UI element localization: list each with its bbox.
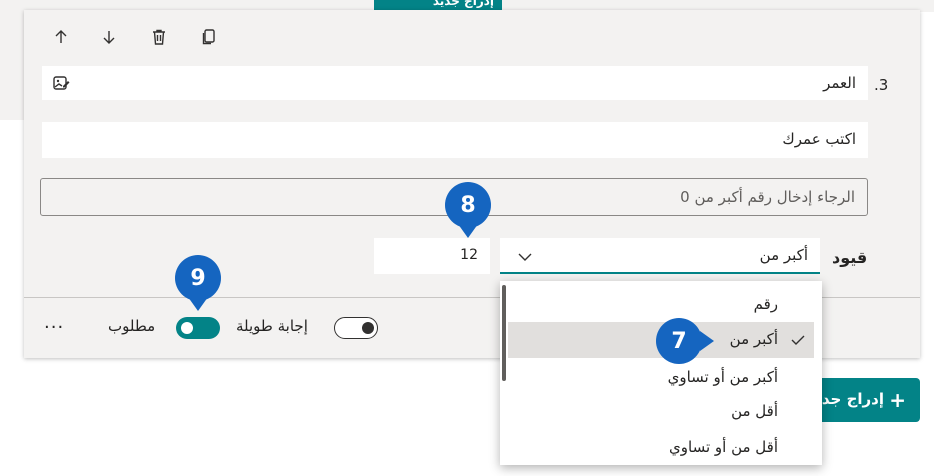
menu-option-number[interactable]: رقم	[500, 287, 822, 323]
restrictions-label: قيود	[832, 248, 868, 267]
required-toggle[interactable]	[176, 317, 220, 339]
callout-pointer-7	[700, 331, 714, 351]
restriction-value: 12	[460, 247, 478, 263]
menu-option-label: أكبر من أو تساوي	[667, 368, 778, 386]
top-insert-label: إدراج جديد	[432, 0, 494, 8]
long-answer-label: إجابة طويلة	[236, 317, 308, 335]
arrow-down-icon	[103, 31, 115, 44]
menu-option-less-than[interactable]: أقل من	[500, 394, 822, 430]
chevron-down-icon	[518, 253, 532, 261]
callout-pointer-8	[458, 224, 478, 238]
menu-option-label: رقم	[753, 295, 778, 313]
answer-placeholder: اكتب عمرك	[782, 130, 856, 148]
more-options-button[interactable]: ...	[44, 312, 64, 333]
menu-option-greater-equal[interactable]: أكبر من أو تساوي	[500, 360, 822, 396]
restriction-value-input[interactable]: 12	[374, 238, 490, 274]
restriction-dropdown[interactable]: أكبر من	[500, 238, 820, 274]
insert-new-button[interactable]: إدراج جديد +	[808, 378, 920, 422]
callout-badge-9: 9	[175, 255, 221, 301]
required-label: مطلوب	[108, 317, 156, 335]
callout-pointer-9	[188, 297, 208, 311]
checkmark-icon	[791, 335, 805, 345]
question-title: العمر	[823, 74, 856, 92]
restriction-menu: رقم أكبر من أكبر من أو تساوي أقل من أقل …	[500, 281, 822, 465]
menu-option-label: أكبر من	[729, 330, 778, 348]
error-message: الرجاء إدخال رقم أكبر من 0	[680, 188, 855, 206]
copy-button[interactable]	[198, 26, 220, 48]
restriction-selected-value: أكبر من	[759, 246, 808, 264]
move-up-button[interactable]	[50, 26, 72, 48]
question-title-field[interactable]: العمر	[42, 66, 868, 100]
required-toggle-knob	[181, 322, 193, 334]
long-answer-toggle-knob	[362, 322, 374, 334]
trash-icon	[153, 29, 165, 45]
callout-badge-8: 8	[445, 182, 491, 228]
arrow-up-icon	[55, 30, 67, 43]
copy-icon	[202, 29, 215, 45]
long-answer-toggle[interactable]	[334, 317, 378, 339]
question-number: 3.	[874, 76, 889, 94]
move-down-button[interactable]	[98, 26, 120, 48]
page-background-left	[0, 0, 24, 120]
answer-field[interactable]: اكتب عمرك	[42, 122, 868, 158]
callout-badge-7: 7	[656, 318, 702, 364]
menu-option-less-equal[interactable]: أقل من أو تساوي	[500, 430, 822, 466]
plus-icon: +	[889, 388, 906, 412]
menu-option-label: أقل من	[731, 402, 778, 420]
delete-button[interactable]	[148, 26, 170, 48]
menu-option-label: أقل من أو تساوي	[669, 438, 778, 456]
insert-image-icon[interactable]	[52, 74, 70, 92]
